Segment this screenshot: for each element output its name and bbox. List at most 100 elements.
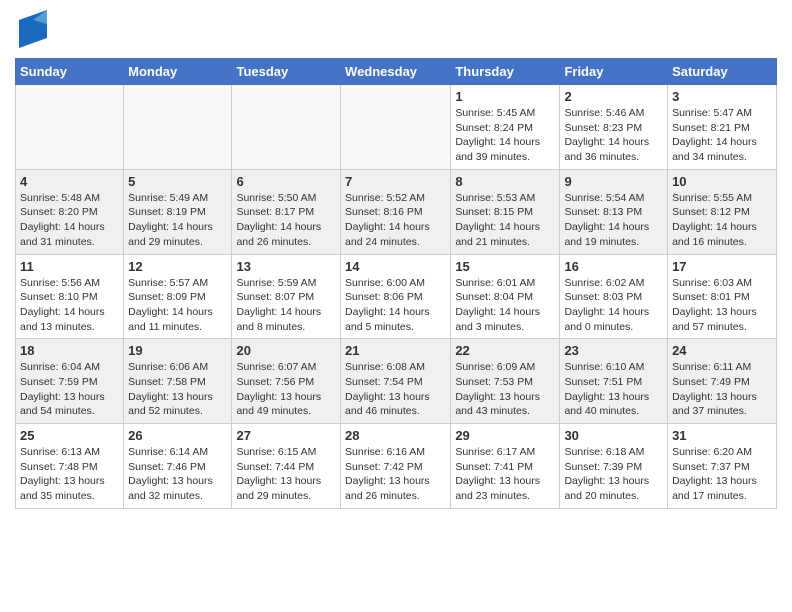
day-number: 31 [672, 428, 772, 443]
calendar-cell [341, 85, 451, 170]
calendar-cell: 14 Sunrise: 6:00 AM Sunset: 8:06 PM Dayli… [341, 254, 451, 339]
day-number: 30 [564, 428, 663, 443]
day-info: Sunrise: 5:46 AM Sunset: 8:23 PM Dayligh… [564, 106, 663, 165]
day-info: Sunrise: 5:50 AM Sunset: 8:17 PM Dayligh… [236, 191, 336, 250]
day-number: 27 [236, 428, 336, 443]
calendar-cell: 15 Sunrise: 6:01 AM Sunset: 8:04 PM Dayli… [451, 254, 560, 339]
calendar-cell: 13 Sunrise: 5:59 AM Sunset: 8:07 PM Dayli… [232, 254, 341, 339]
day-number: 14 [345, 259, 446, 274]
day-number: 5 [128, 174, 227, 189]
calendar-cell: 31 Sunrise: 6:20 AM Sunset: 7:37 PM Dayli… [668, 424, 777, 509]
day-number: 9 [564, 174, 663, 189]
calendar-cell: 3 Sunrise: 5:47 AM Sunset: 8:21 PM Daylig… [668, 85, 777, 170]
calendar-cell: 10Sunrise: 5:55 AM Sunset: 8:12 PM Dayli… [668, 169, 777, 254]
day-info: Sunrise: 5:54 AM Sunset: 8:13 PM Dayligh… [564, 191, 663, 250]
day-info: Sunrise: 6:18 AM Sunset: 7:39 PM Dayligh… [564, 445, 663, 504]
calendar-cell: 11 Sunrise: 5:56 AM Sunset: 8:10 PM Dayli… [16, 254, 124, 339]
page-header [15, 10, 777, 48]
calendar-cell: 6 Sunrise: 5:50 AM Sunset: 8:17 PM Daylig… [232, 169, 341, 254]
day-number: 8 [455, 174, 555, 189]
calendar-cell: 9 Sunrise: 5:54 AM Sunset: 8:13 PM Daylig… [560, 169, 668, 254]
day-number: 22 [455, 343, 555, 358]
logo [15, 10, 47, 48]
calendar-cell: 27 Sunrise: 6:15 AM Sunset: 7:44 PM Dayli… [232, 424, 341, 509]
calendar-cell: 30 Sunrise: 6:18 AM Sunset: 7:39 PM Dayli… [560, 424, 668, 509]
calendar-cell: 28 Sunrise: 6:16 AM Sunset: 7:42 PM Dayli… [341, 424, 451, 509]
day-info: Sunrise: 6:01 AM Sunset: 8:04 PM Dayligh… [455, 276, 555, 335]
calendar-cell [16, 85, 124, 170]
day-number: 28 [345, 428, 446, 443]
day-info: Sunrise: 5:59 AM Sunset: 8:07 PM Dayligh… [236, 276, 336, 335]
day-number: 7 [345, 174, 446, 189]
day-number: 13 [236, 259, 336, 274]
day-info: Sunrise: 6:17 AM Sunset: 7:41 PM Dayligh… [455, 445, 555, 504]
day-info: Sunrise: 6:16 AM Sunset: 7:42 PM Dayligh… [345, 445, 446, 504]
day-number: 26 [128, 428, 227, 443]
day-number: 17 [672, 259, 772, 274]
calendar-cell: 21 Sunrise: 6:08 AM Sunset: 7:54 PM Dayli… [341, 339, 451, 424]
day-info: Sunrise: 5:48 AM Sunset: 8:20 PM Dayligh… [20, 191, 119, 250]
day-info: Sunrise: 6:15 AM Sunset: 7:44 PM Dayligh… [236, 445, 336, 504]
day-info: Sunrise: 5:56 AM Sunset: 8:10 PM Dayligh… [20, 276, 119, 335]
day-number: 11 [20, 259, 119, 274]
calendar-cell: 18 Sunrise: 6:04 AM Sunset: 7:59 PM Dayli… [16, 339, 124, 424]
day-of-week-header: Thursday [451, 59, 560, 85]
day-number: 1 [455, 89, 555, 104]
day-of-week-header: Sunday [16, 59, 124, 85]
day-number: 12 [128, 259, 227, 274]
calendar-cell: 4 Sunrise: 5:48 AM Sunset: 8:20 PM Daylig… [16, 169, 124, 254]
calendar-cell [124, 85, 232, 170]
day-info: Sunrise: 5:47 AM Sunset: 8:21 PM Dayligh… [672, 106, 772, 165]
calendar-cell: 2 Sunrise: 5:46 AM Sunset: 8:23 PM Daylig… [560, 85, 668, 170]
day-number: 15 [455, 259, 555, 274]
day-of-week-header: Wednesday [341, 59, 451, 85]
calendar-cell: 20 Sunrise: 6:07 AM Sunset: 7:56 PM Dayli… [232, 339, 341, 424]
calendar-header-row: SundayMondayTuesdayWednesdayThursdayFrid… [16, 59, 777, 85]
day-info: Sunrise: 6:10 AM Sunset: 7:51 PM Dayligh… [564, 360, 663, 419]
calendar-cell: 7 Sunrise: 5:52 AM Sunset: 8:16 PM Daylig… [341, 169, 451, 254]
day-number: 18 [20, 343, 119, 358]
calendar-cell: 23Sunrise: 6:10 AM Sunset: 7:51 PM Dayli… [560, 339, 668, 424]
calendar-cell: 25 Sunrise: 6:13 AM Sunset: 7:48 PM Dayli… [16, 424, 124, 509]
day-info: Sunrise: 6:03 AM Sunset: 8:01 PM Dayligh… [672, 276, 772, 335]
day-number: 6 [236, 174, 336, 189]
day-info: Sunrise: 5:57 AM Sunset: 8:09 PM Dayligh… [128, 276, 227, 335]
page-container: SundayMondayTuesdayWednesdayThursdayFrid… [0, 0, 792, 519]
day-number: 20 [236, 343, 336, 358]
day-info: Sunrise: 6:13 AM Sunset: 7:48 PM Dayligh… [20, 445, 119, 504]
day-info: Sunrise: 5:53 AM Sunset: 8:15 PM Dayligh… [455, 191, 555, 250]
calendar-cell: 26 Sunrise: 6:14 AM Sunset: 7:46 PM Dayli… [124, 424, 232, 509]
day-info: Sunrise: 6:09 AM Sunset: 7:53 PM Dayligh… [455, 360, 555, 419]
day-info: Sunrise: 6:07 AM Sunset: 7:56 PM Dayligh… [236, 360, 336, 419]
day-of-week-header: Monday [124, 59, 232, 85]
day-info: Sunrise: 6:08 AM Sunset: 7:54 PM Dayligh… [345, 360, 446, 419]
calendar-cell [232, 85, 341, 170]
day-info: Sunrise: 6:06 AM Sunset: 7:58 PM Dayligh… [128, 360, 227, 419]
day-info: Sunrise: 6:02 AM Sunset: 8:03 PM Dayligh… [564, 276, 663, 335]
day-number: 21 [345, 343, 446, 358]
calendar-cell: 8 Sunrise: 5:53 AM Sunset: 8:15 PM Daylig… [451, 169, 560, 254]
day-number: 3 [672, 89, 772, 104]
day-info: Sunrise: 6:04 AM Sunset: 7:59 PM Dayligh… [20, 360, 119, 419]
day-of-week-header: Saturday [668, 59, 777, 85]
calendar-week-row: 11 Sunrise: 5:56 AM Sunset: 8:10 PM Dayli… [16, 254, 777, 339]
calendar-cell: 29Sunrise: 6:17 AM Sunset: 7:41 PM Dayli… [451, 424, 560, 509]
calendar-table: SundayMondayTuesdayWednesdayThursdayFrid… [15, 58, 777, 509]
day-info: Sunrise: 5:52 AM Sunset: 8:16 PM Dayligh… [345, 191, 446, 250]
day-info: Sunrise: 6:20 AM Sunset: 7:37 PM Dayligh… [672, 445, 772, 504]
day-info: Sunrise: 5:49 AM Sunset: 8:19 PM Dayligh… [128, 191, 227, 250]
calendar-week-row: 18 Sunrise: 6:04 AM Sunset: 7:59 PM Dayli… [16, 339, 777, 424]
calendar-week-row: 1Sunrise: 5:45 AM Sunset: 8:24 PM Daylig… [16, 85, 777, 170]
calendar-week-row: 4 Sunrise: 5:48 AM Sunset: 8:20 PM Daylig… [16, 169, 777, 254]
day-number: 16 [564, 259, 663, 274]
day-info: Sunrise: 6:14 AM Sunset: 7:46 PM Dayligh… [128, 445, 227, 504]
day-number: 19 [128, 343, 227, 358]
day-number: 2 [564, 89, 663, 104]
day-number: 24 [672, 343, 772, 358]
day-info: Sunrise: 6:11 AM Sunset: 7:49 PM Dayligh… [672, 360, 772, 419]
calendar-cell: 12 Sunrise: 5:57 AM Sunset: 8:09 PM Dayli… [124, 254, 232, 339]
day-number: 4 [20, 174, 119, 189]
day-info: Sunrise: 6:00 AM Sunset: 8:06 PM Dayligh… [345, 276, 446, 335]
calendar-cell: 1Sunrise: 5:45 AM Sunset: 8:24 PM Daylig… [451, 85, 560, 170]
day-number: 25 [20, 428, 119, 443]
